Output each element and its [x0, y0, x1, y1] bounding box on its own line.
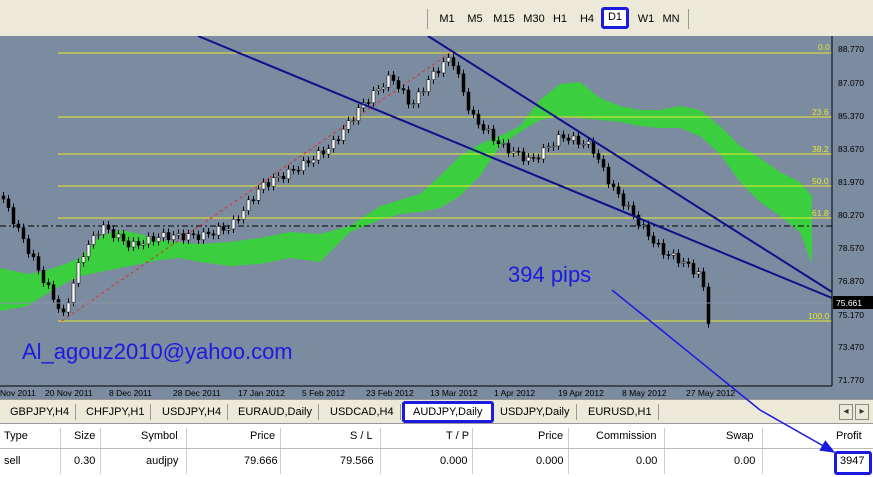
arrow-pips-to-profit — [611, 289, 761, 411]
annotation-arrow-overlay — [611, 289, 836, 453]
arrow-pips-to-profit-head — [759, 409, 836, 453]
